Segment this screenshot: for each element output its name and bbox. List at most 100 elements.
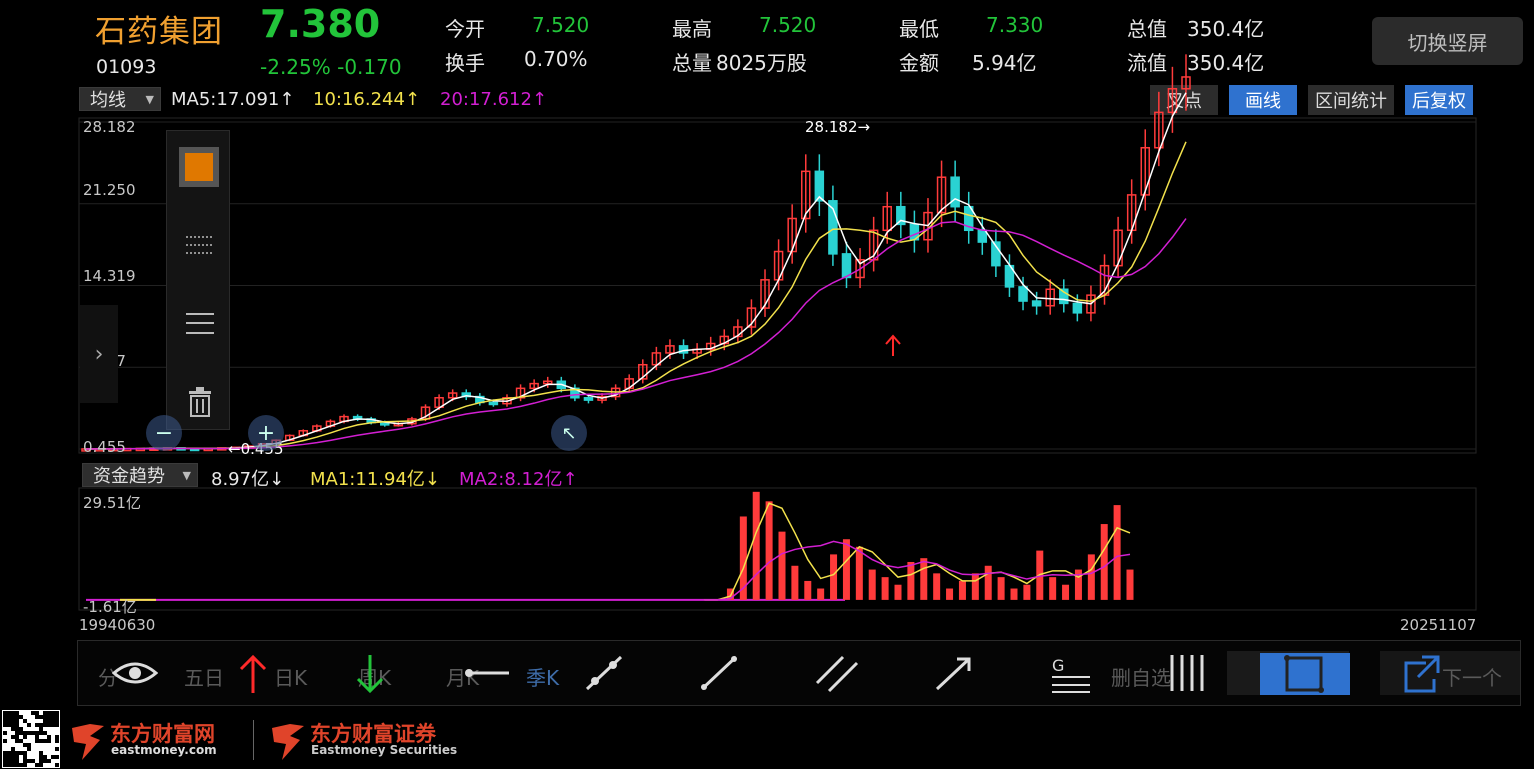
qr-module	[39, 731, 43, 735]
qr-module	[51, 711, 55, 715]
qr-module	[27, 743, 31, 747]
ray-line-tool-icon[interactable]	[933, 653, 975, 693]
rectangle-tool-button[interactable]	[1260, 653, 1350, 695]
fullscreen-arrow-icon[interactable]: ↖	[551, 415, 587, 451]
qr-module	[55, 735, 59, 739]
fund-flow-bar	[971, 573, 979, 600]
fund-ma1-label: MA1:11.94亿↓	[310, 469, 440, 490]
fund-flow-bar	[752, 491, 760, 600]
qr-module	[51, 755, 55, 759]
line-width-icon[interactable]	[186, 311, 214, 337]
qr-module	[55, 739, 59, 743]
share-icon	[1404, 655, 1440, 693]
trash-icon[interactable]	[187, 387, 213, 417]
segment-line-tool-icon[interactable]	[583, 653, 625, 693]
color-swatch-button[interactable]	[179, 147, 219, 187]
qr-module	[15, 763, 19, 767]
qr-module	[43, 731, 47, 735]
qr-module	[19, 731, 23, 735]
qr-module	[19, 751, 23, 755]
candle-body	[1031, 300, 1042, 307]
down-arrow-icon[interactable]	[355, 653, 385, 695]
kline-chart[interactable]	[0, 0, 1534, 640]
qr-module	[7, 763, 11, 767]
up-arrow-icon[interactable]	[238, 653, 268, 695]
footer-divider	[253, 720, 254, 760]
candle-body	[977, 229, 988, 243]
rectangle-tool-icon	[1284, 655, 1324, 693]
qr-module	[23, 731, 27, 735]
qr-module	[43, 755, 47, 759]
next-label: 下一个	[1442, 666, 1502, 690]
fund-axis-top: 29.51亿	[83, 494, 141, 512]
date-axis-start: 19940630	[79, 616, 156, 634]
price-axis-label: 21.250	[83, 181, 136, 199]
qr-module	[39, 715, 43, 719]
qr-module	[3, 731, 7, 735]
qr-module	[39, 755, 43, 759]
qr-module	[27, 759, 31, 763]
qr-module	[51, 715, 55, 719]
qr-module	[23, 743, 27, 747]
zoom-in-button[interactable]: +	[248, 415, 284, 451]
qr-module	[55, 711, 59, 715]
qr-module	[55, 763, 59, 767]
qr-module	[3, 751, 7, 755]
qr-module	[19, 763, 23, 767]
eye-icon[interactable]	[112, 657, 158, 689]
qr-module	[7, 723, 11, 727]
qr-module	[35, 739, 39, 743]
tab-quarter-k[interactable]: 季K	[526, 662, 559, 691]
delete-custom-button[interactable]: 删自选	[1111, 662, 1171, 691]
qr-module	[15, 739, 19, 743]
qr-module	[3, 723, 7, 727]
qr-module	[15, 759, 19, 763]
next-button[interactable]: 下一个	[1380, 651, 1520, 695]
fund-flow-bar	[920, 558, 928, 600]
qr-module	[15, 711, 19, 715]
qr-module	[11, 747, 15, 751]
dashed-line-style-icon[interactable]	[186, 233, 214, 257]
straight-line-tool-icon[interactable]	[698, 653, 740, 693]
fund-flow-bar	[997, 577, 1005, 600]
qr-module	[43, 715, 47, 719]
golden-ratio-tool-icon[interactable]: G	[1050, 655, 1092, 693]
period-and-drawing-toolbar: 分 五日 日K 周K 月K 季K G 删自选 下一个	[77, 640, 1521, 706]
chevron-right-icon[interactable]: ›	[80, 305, 118, 403]
period-lines-tool-icon[interactable]	[1166, 653, 1210, 693]
qr-module	[35, 735, 39, 739]
qr-module	[15, 723, 19, 727]
zoom-out-button[interactable]: −	[146, 415, 182, 451]
qr-module	[31, 759, 35, 763]
horizontal-line-tool-icon[interactable]	[463, 661, 511, 685]
fund-flow-bar	[765, 501, 773, 600]
qr-module	[35, 715, 39, 719]
fund-flow-bar	[791, 565, 799, 600]
fund-flow-bar	[868, 569, 876, 600]
candle-body	[1018, 286, 1028, 302]
qr-module	[3, 711, 7, 715]
qr-module	[7, 751, 11, 755]
qr-module	[7, 759, 11, 763]
qr-module	[19, 715, 23, 719]
footer: 东方财富网 eastmoney.com 东方财富证券 Eastmoney Sec…	[0, 706, 1534, 769]
qr-module	[19, 739, 23, 743]
fund-axis-bottom: -1.61亿	[83, 598, 137, 616]
sub-indicator-selector[interactable]: 资金趋势 ▼	[82, 463, 198, 487]
qr-module	[3, 763, 7, 767]
parallel-line-tool-icon[interactable]	[813, 653, 861, 693]
qr-module	[7, 755, 11, 759]
tab-day-k[interactable]: 日K	[274, 662, 307, 691]
qr-module	[31, 731, 35, 735]
fund-ma2-label: MA2:8.12亿↑	[459, 469, 578, 490]
tab-five-day[interactable]: 五日	[184, 662, 224, 691]
fund-flow-bar	[1023, 584, 1031, 600]
qr-module	[23, 755, 27, 759]
qr-module	[55, 723, 59, 727]
qr-module	[39, 739, 43, 743]
fund-flow-bar	[842, 539, 850, 600]
qr-module	[39, 723, 43, 727]
qr-module	[55, 715, 59, 719]
qr-module	[3, 759, 7, 763]
fund-flow-bar	[894, 584, 902, 600]
